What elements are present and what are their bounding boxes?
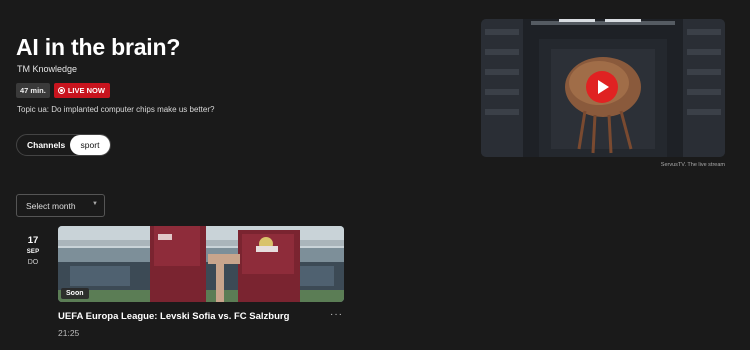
- event-time: 21:25: [58, 328, 80, 338]
- filter-chips: Channels sport: [16, 134, 111, 156]
- topic-text: Topic ua: Do implanted computer chips ma…: [17, 105, 215, 114]
- event-day: 17: [27, 235, 39, 246]
- event-weekday: DO: [27, 259, 39, 266]
- duration-badge: 47 min.: [16, 83, 50, 98]
- event-thumbnail[interactable]: [58, 226, 344, 302]
- chip-sport[interactable]: sport: [70, 135, 110, 155]
- chevron-down-icon: ▼: [92, 201, 98, 207]
- channel-name: TM Knowledge: [17, 64, 78, 74]
- chip-channels[interactable]: Channels: [17, 140, 71, 150]
- page: AI in the brain? TM Knowledge 47 min. LI…: [0, 0, 750, 350]
- event-month: SEP: [26, 249, 40, 255]
- month-select-label: Select month: [26, 200, 76, 211]
- live-badge: LIVE NOW: [53, 83, 110, 98]
- video-caption: ServusTV. The live stream: [660, 162, 725, 168]
- event-date: 17 SEP DO: [20, 235, 46, 266]
- soon-badge: Soon: [61, 288, 89, 299]
- football-players-image: [58, 226, 344, 302]
- live-badge-label: LIVE NOW: [67, 86, 105, 95]
- month-select[interactable]: Select month ▼: [16, 194, 105, 217]
- play-button[interactable]: [586, 71, 618, 103]
- live-dot-icon: [57, 87, 65, 94]
- badge-row: 47 min. LIVE NOW: [16, 83, 110, 98]
- page-title: AI in the brain?: [16, 34, 181, 60]
- event-title[interactable]: UEFA Europa League: Levski Sofia vs. FC …: [58, 311, 289, 322]
- more-options-icon[interactable]: ···: [330, 309, 343, 320]
